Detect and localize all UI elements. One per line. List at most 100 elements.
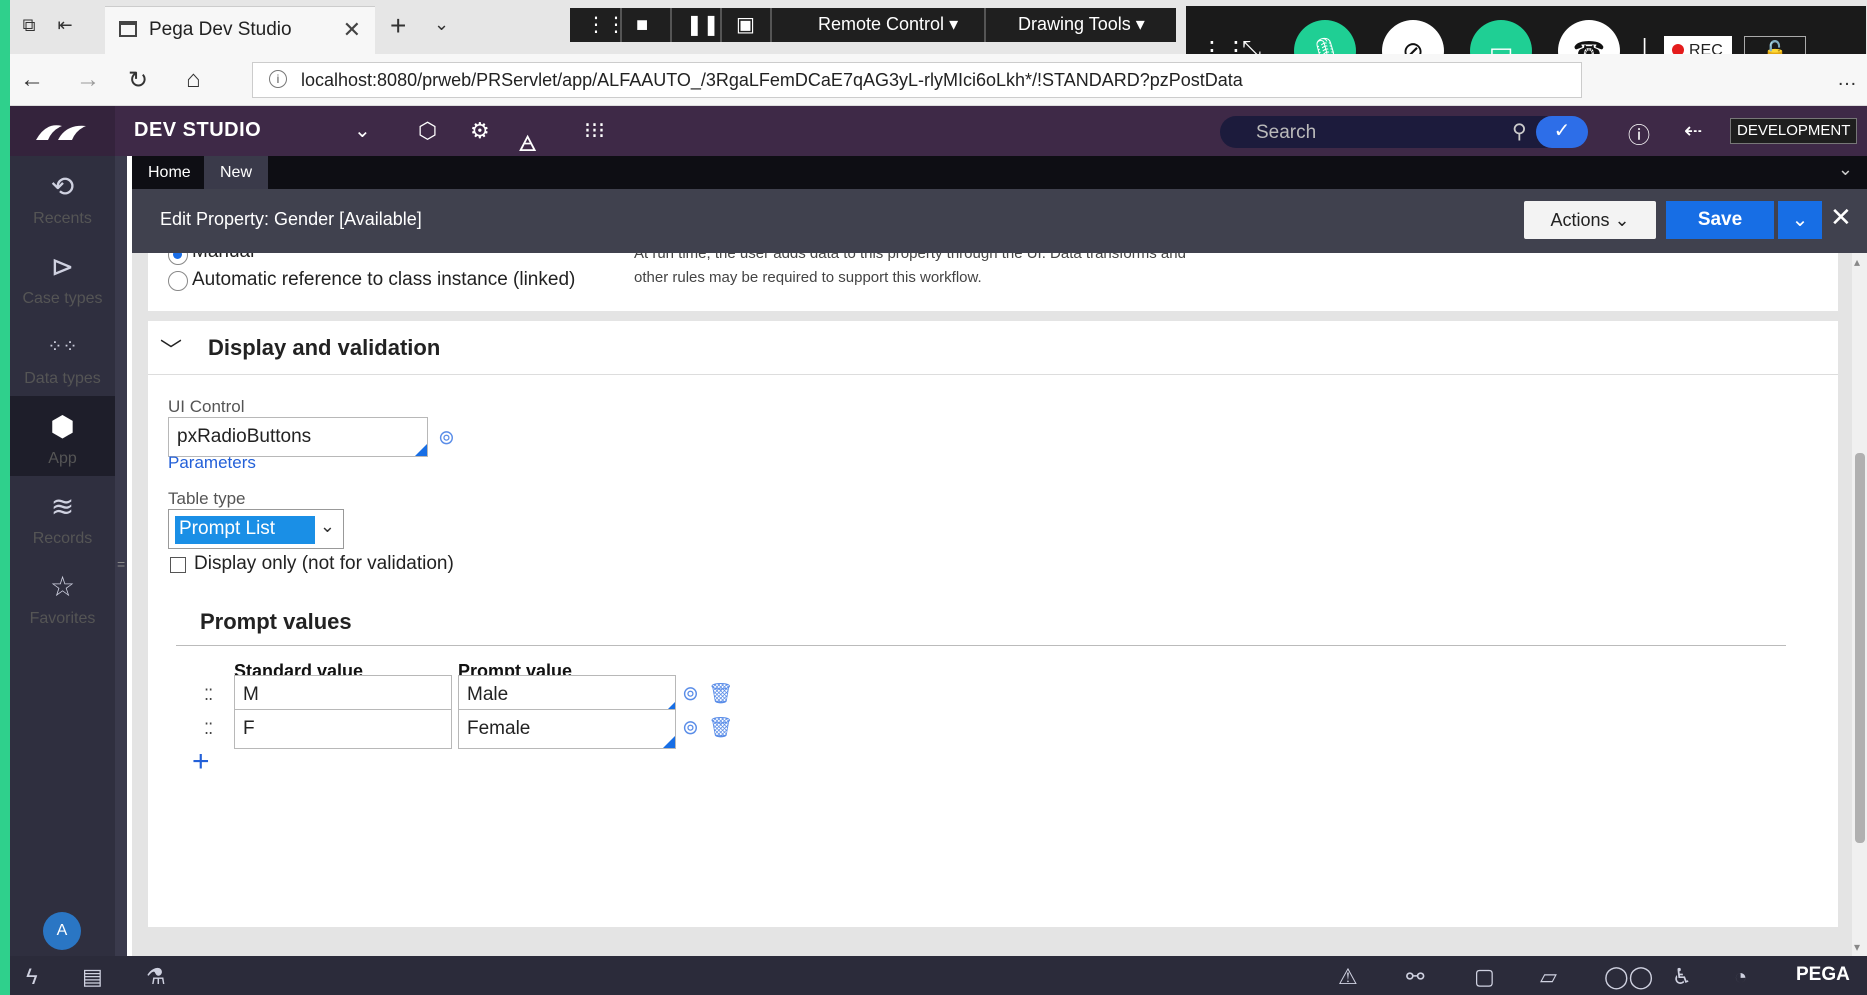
tracer-icon[interactable]: ⚯ <box>1406 964 1424 990</box>
branch-icon[interactable]: ⇠ <box>1684 118 1702 144</box>
warning-icon[interactable]: ⚠ <box>1338 964 1358 990</box>
parameters-link[interactable]: Parameters <box>168 453 256 473</box>
flask-icon[interactable]: ⚗ <box>146 964 166 990</box>
toolbar-divider <box>720 8 722 42</box>
gear-icon[interactable]: ⚙ <box>470 118 490 144</box>
drawing-tools-menu[interactable]: Drawing Tools ▾ <box>1018 14 1145 35</box>
nav-splitter[interactable]: = <box>115 156 127 956</box>
nav-item-favorites[interactable]: ☆ Favorites <box>10 556 115 636</box>
tab-home[interactable]: Home <box>132 156 207 189</box>
ui-control-label: UI Control <box>168 397 245 416</box>
back-icon[interactable]: ← <box>20 66 44 94</box>
tab-list-chevron-icon[interactable]: ⌄ <box>434 14 449 35</box>
browser-window: ⧉ ⇤ Pega Dev Studio ✕ + ⌄ ⋮⋮ ■ ❚❚ ▣ Remo… <box>10 0 1867 995</box>
save-button[interactable]: Save <box>1666 201 1774 239</box>
trash-icon[interactable]: 🗑 <box>708 681 733 706</box>
nav-item-app[interactable]: ⬢ App <box>10 396 115 476</box>
prompt-values-title: Prompt values <box>200 609 352 634</box>
radio-manual[interactable] <box>168 253 188 265</box>
close-tab-icon[interactable]: ✕ <box>343 17 361 43</box>
drag-handle-icon[interactable]: ⁚⁚ <box>204 685 213 705</box>
content-scrollbar[interactable]: ▴ ▾ <box>1852 253 1867 956</box>
radio-linked[interactable] <box>168 271 188 291</box>
search-input[interactable]: Search ⚲ <box>1220 116 1560 148</box>
nav-item-recents[interactable]: ⟲ Recents <box>10 156 115 236</box>
search-icon[interactable]: ⚲ <box>1512 119 1527 144</box>
browser-tab[interactable]: Pega Dev Studio ✕ <box>105 6 375 54</box>
performance-gauge-icon[interactable]: ◔ <box>1734 964 1747 990</box>
logo-area[interactable] <box>10 106 115 156</box>
studio-switch-chevron-icon[interactable]: ⌄ <box>354 118 371 143</box>
standard-value: M <box>243 684 259 705</box>
display-only-label: Display only (not for validation) <box>194 553 454 574</box>
actions-label: Actions <box>1550 210 1610 230</box>
developer-toolbar: ϟ ▤ ⚗ ⚠ ⚯ ▢ ▱ ◯◯ ♿ ◔ PEGA <box>10 956 1867 995</box>
autocomplete-corner-icon <box>663 736 675 748</box>
actions-button[interactable]: Actions ⌄ <box>1524 201 1656 239</box>
pause-icon[interactable]: ❚❚ <box>686 14 720 36</box>
live-ui-icon[interactable]: ▱ <box>1540 964 1557 990</box>
radio-linked-label: Automatic reference to class instance (l… <box>192 269 576 290</box>
remote-control-menu[interactable]: Remote Control ▾ <box>818 14 958 35</box>
forward-icon[interactable]: → <box>76 66 100 94</box>
scroll-up-icon[interactable]: ▴ <box>1854 255 1860 269</box>
rule-edit-bar: Edit Property: Gender [Available] Action… <box>132 189 1867 253</box>
trash-icon[interactable]: 🗑 <box>708 715 733 740</box>
open-rule-target-icon[interactable]: ⊚ <box>682 681 699 706</box>
tab-new[interactable]: New <box>204 156 269 189</box>
prompt-value-input[interactable]: Female <box>458 709 676 749</box>
divider <box>176 645 1786 646</box>
tab-actions-icon[interactable]: ⧉ <box>18 14 40 36</box>
lightning-icon[interactable]: ϟ <box>26 964 38 990</box>
avatar[interactable]: A <box>43 912 81 950</box>
autocomplete-corner-icon <box>415 444 427 456</box>
chevron-down-icon[interactable]: ﹀ <box>160 333 182 365</box>
accessibility-icon[interactable]: ♿ <box>1672 964 1692 990</box>
scrollbar-thumb[interactable] <box>1855 453 1865 843</box>
table-type-value: Prompt List <box>175 516 315 544</box>
url-text: localhost:8080/prweb/PRServlet/app/ALFAA… <box>301 70 1243 90</box>
open-rule-target-icon[interactable]: ⊚ <box>682 715 699 740</box>
display-only-checkbox[interactable] <box>170 557 186 573</box>
add-row-icon[interactable]: + <box>192 745 210 779</box>
more-options-icon[interactable]: … <box>1837 68 1857 91</box>
splitter-grip-icon[interactable]: = <box>117 556 125 572</box>
prompt-value: Male <box>467 684 509 705</box>
remote-control-label: Remote Control <box>818 14 945 34</box>
section-header[interactable]: ﹀ Display and validation <box>148 321 1838 375</box>
checkin-toggle[interactable]: ✓ <box>1536 116 1588 148</box>
new-tab-icon[interactable]: + <box>390 10 406 42</box>
set-aside-tabs-icon[interactable]: ⇤ <box>54 14 76 36</box>
info-icon[interactable]: i <box>269 70 287 88</box>
refresh-icon[interactable]: ↻ <box>128 66 148 95</box>
standard-value-input[interactable]: F <box>234 709 452 749</box>
table-type-select[interactable]: Prompt List ⌄ <box>168 509 344 549</box>
url-input[interactable]: i localhost:8080/prweb/PRServlet/app/ALF… <box>252 62 1582 98</box>
launcher-grid-icon[interactable]: ⁝⁝⁝ <box>584 118 605 144</box>
ui-control-value: pxRadioButtons <box>177 426 312 447</box>
toolbar-divider <box>984 8 986 42</box>
ui-control-input[interactable]: pxRadioButtons <box>168 417 428 457</box>
save-options-chevron-icon[interactable]: ⌄ <box>1778 201 1822 239</box>
history-icon: ⟲ <box>50 171 75 202</box>
drag-handle-icon[interactable]: ⁚⁚ <box>204 719 213 739</box>
clipboard-icon[interactable]: ▢ <box>1474 964 1495 990</box>
address-bar-row: ← → ↻ ⌂ i localhost:8080/prweb/PRServlet… <box>10 54 1867 106</box>
home-icon[interactable]: ⌂ <box>186 66 201 94</box>
clipboard-list-icon[interactable]: ▤ <box>82 964 103 990</box>
nav-item-label: Data types <box>24 370 101 387</box>
close-icon[interactable]: ✕ <box>1830 202 1852 233</box>
nav-item-case-types[interactable]: ⊳ Case types <box>10 236 115 316</box>
studio-name: DEV STUDIO <box>134 119 262 141</box>
open-rule-target-icon[interactable]: ⊚ <box>438 425 455 450</box>
stop-icon[interactable]: ■ <box>636 14 648 36</box>
scroll-down-icon[interactable]: ▾ <box>1854 940 1860 954</box>
info-circle-icon[interactable]: ⓘ <box>1628 118 1650 150</box>
nav-item-data-types[interactable]: ⁘⁘ Data types <box>10 316 115 396</box>
cube-icon[interactable]: ⬡ <box>418 118 437 144</box>
nav-item-records[interactable]: ≋ Records <box>10 476 115 556</box>
main-content: Manual Automatic reference to class inst… <box>132 253 1852 956</box>
screen-share-icon[interactable]: ▣ <box>736 14 755 36</box>
glasses-icon[interactable]: ◯◯ <box>1604 964 1653 990</box>
tabs-chevron-down-icon[interactable]: ⌄ <box>1838 159 1853 180</box>
